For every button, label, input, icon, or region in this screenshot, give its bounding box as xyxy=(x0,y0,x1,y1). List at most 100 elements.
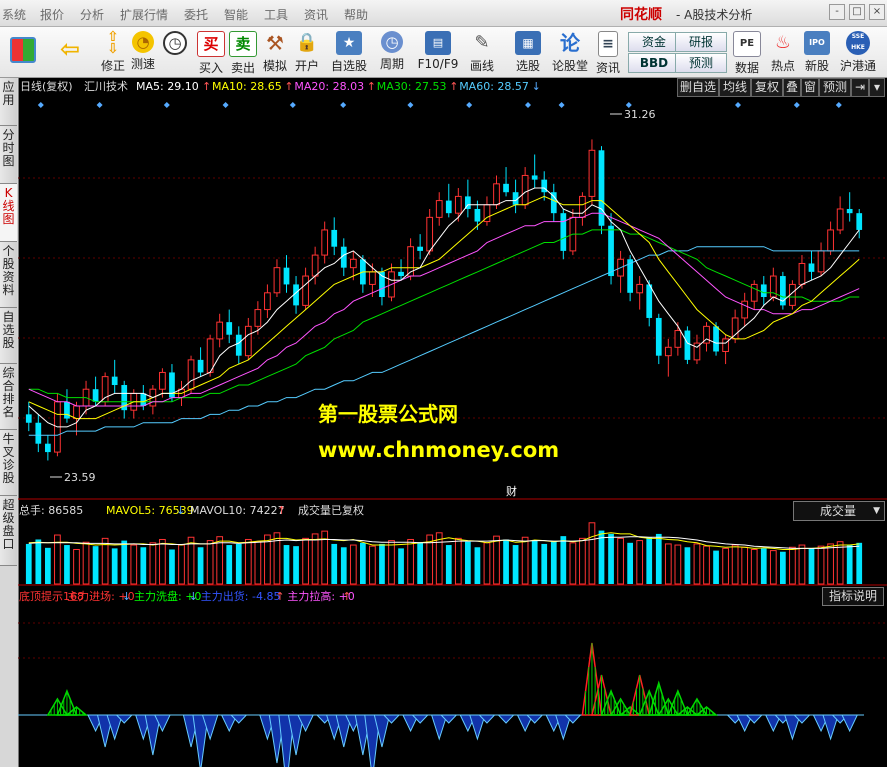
ma-legend-item: MA10: 28.65 xyxy=(212,80,282,93)
candle-body xyxy=(187,359,195,390)
grid-layout-button[interactable] xyxy=(6,29,40,75)
maximize-button[interactable]: □ xyxy=(849,4,865,20)
sidebar-tab-timeshare[interactable]: 分时图 xyxy=(0,126,17,184)
candle-body xyxy=(474,208,481,222)
stock-name: 汇川技术 xyxy=(84,80,128,93)
candle-body xyxy=(216,321,224,340)
hot-icon: ♨ xyxy=(774,32,792,53)
menu-help[interactable]: 帮助 xyxy=(344,6,368,23)
stock-pick-button[interactable]: ▦ 选股 xyxy=(510,29,546,75)
sidebar-tab-watchlist[interactable]: 自选股 xyxy=(0,308,17,364)
volume-bar xyxy=(684,547,691,584)
volume-bar xyxy=(226,545,233,584)
clock-button[interactable]: ◷ xyxy=(160,29,190,75)
candle-body xyxy=(636,283,644,294)
event-marker xyxy=(222,102,229,108)
volume-bar xyxy=(101,537,109,585)
hotspot-button[interactable]: ♨ 热点 xyxy=(768,29,798,75)
open-account-button[interactable]: 🔒 开户 xyxy=(292,29,322,75)
event-marker xyxy=(466,102,473,108)
minimize-button[interactable]: - xyxy=(829,4,845,20)
menu-extended-quotes[interactable]: 扩展行情 xyxy=(120,6,168,23)
ma-legend-arrow: ↑ xyxy=(284,80,293,93)
back-arrow-icon: ⇦ xyxy=(59,35,81,63)
sidebar-tab-diagnosis[interactable]: 牛叉诊股 xyxy=(0,430,17,496)
volume-bar xyxy=(417,542,423,584)
volume-bar xyxy=(531,540,538,584)
hk-connect-button[interactable]: SSE HKE 沪港通 xyxy=(838,29,878,75)
data-button[interactable]: PE 数据 xyxy=(732,29,762,75)
low-price-label: 23.59 xyxy=(64,471,96,484)
volume-bar xyxy=(798,544,806,585)
period-button[interactable]: ◷ 周期 xyxy=(372,29,412,75)
volume-bar xyxy=(588,522,596,585)
volume-header: 总手: 86585 MAVOL5: 76539 ↓ MAVOL10: 74227… xyxy=(19,503,364,517)
volume-bar xyxy=(435,532,443,585)
news-button[interactable]: ≡ 资讯 xyxy=(594,29,622,75)
correct-button[interactable]: ⇧ ⇩ 修正 xyxy=(94,29,132,75)
window-button[interactable]: 窗 xyxy=(801,78,819,97)
simulate-button[interactable]: ⚒ 模拟 xyxy=(260,29,290,75)
speed-test-button[interactable]: ◔ 测速 xyxy=(128,29,158,75)
remove-watchlist-button[interactable]: 删自选 xyxy=(677,78,719,97)
menu-system[interactable]: 系统 xyxy=(2,6,26,23)
up-down-arrow-icon: ⇧ ⇩ xyxy=(107,29,119,57)
menu-analysis[interactable]: 分析 xyxy=(80,6,104,23)
high-price-label: 31.26 xyxy=(624,108,656,121)
volume-bar xyxy=(827,543,834,585)
forecast-button[interactable]: 预测 xyxy=(675,53,727,73)
menu-tools[interactable]: 工具 xyxy=(264,6,288,23)
finance-event-label[interactable]: 财 xyxy=(506,484,517,498)
ma-legend: MA5: 29.10 ↑ MA10: 28.65 ↑ MA20: 28.03 ↑ MA30:… xyxy=(136,80,541,93)
event-marker xyxy=(340,102,347,108)
volume-bar xyxy=(846,545,853,584)
menu-info[interactable]: 资讯 xyxy=(304,6,328,23)
capital-button[interactable]: 资金 xyxy=(628,32,680,52)
candle-body xyxy=(264,292,271,311)
sidebar-tab-super-panel[interactable]: 超级盘口 xyxy=(0,496,17,566)
research-button[interactable]: 研报 xyxy=(675,32,727,52)
volume-bar xyxy=(789,546,796,585)
chevron-down-icon[interactable]: ▾ xyxy=(869,78,885,97)
event-marker xyxy=(96,102,103,108)
bbd-button[interactable]: BBD xyxy=(628,53,680,73)
volume-bar xyxy=(608,533,614,584)
event-marker xyxy=(163,102,170,108)
mavol10-arrow: ↑ xyxy=(277,504,286,517)
candle-body xyxy=(398,271,404,277)
forum-button[interactable]: 论 论股堂 xyxy=(550,29,590,75)
f10-button[interactable]: ▤ F10/F9 xyxy=(414,29,462,75)
volume-bar xyxy=(579,537,586,585)
sidebar-tab-kline[interactable]: K线图 xyxy=(0,184,17,242)
volume-indicator-dropdown[interactable]: 成交量 ▼ xyxy=(793,501,885,521)
ipo-button[interactable]: IPO 新股 xyxy=(802,29,832,75)
volume-bar xyxy=(64,545,70,584)
sidebar-tab-apps[interactable]: 应用 xyxy=(0,78,17,126)
candle-body xyxy=(445,200,452,214)
ma-settings-button[interactable]: 均线 xyxy=(719,78,751,97)
menu-quote[interactable]: 报价 xyxy=(40,6,64,23)
close-button[interactable]: × xyxy=(869,4,885,20)
sidebar-tab-ranking[interactable]: 综合排名 xyxy=(0,364,17,430)
buy-button[interactable]: 买 买入 xyxy=(196,29,226,75)
sidebar-tab-profile[interactable]: 个股资料 xyxy=(0,242,17,308)
candle-body xyxy=(836,208,844,231)
volume-bar xyxy=(45,547,51,584)
candle-body xyxy=(331,229,338,247)
candle-body xyxy=(273,267,281,294)
volume-bar xyxy=(159,538,166,585)
forecast-chart-button[interactable]: 预测 xyxy=(819,78,851,97)
sell-button[interactable]: 卖 卖出 xyxy=(228,29,258,75)
draw-line-button[interactable]: ✎ 画线 xyxy=(464,29,500,75)
overlay-button[interactable]: 叠 xyxy=(783,78,801,97)
menu-smart[interactable]: 智能 xyxy=(224,6,248,23)
adjust-button[interactable]: 复权 xyxy=(751,78,783,97)
ma-legend-item: MA30: 27.53 xyxy=(377,80,447,93)
export-icon[interactable]: ⇥ xyxy=(851,78,869,97)
lock-icon: 🔒 xyxy=(295,32,319,53)
candle-body xyxy=(435,200,443,218)
back-button[interactable]: ⇦ xyxy=(52,29,88,75)
menu-order[interactable]: 委托 xyxy=(184,6,208,23)
watchlist-button[interactable]: ★ 自选股 xyxy=(328,29,370,75)
indicator-explain-button[interactable]: 指标说明 xyxy=(822,587,884,606)
